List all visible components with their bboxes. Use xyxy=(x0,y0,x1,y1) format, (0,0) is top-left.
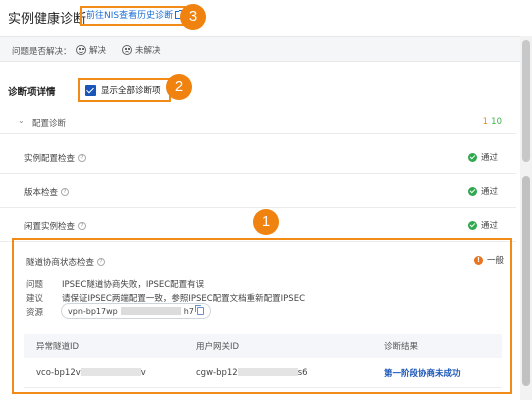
table-header: 异常隧道ID 用户网关ID 诊断结果 xyxy=(24,334,502,358)
chevron-down-icon[interactable]: ⌄ xyxy=(18,116,25,125)
help-icon[interactable]: ? xyxy=(61,188,70,196)
page-header: 实例健康诊断 前往NIS查看历史诊断 xyxy=(0,0,520,36)
callout-marker-2: 2 xyxy=(166,74,192,100)
help-icon[interactable]: ? xyxy=(78,154,87,162)
resource-id-chip[interactable]: vpn-bp17wp h7 xyxy=(61,303,211,319)
tunnel-id-suffix: v xyxy=(140,367,146,378)
check-status: 通过 xyxy=(480,153,498,163)
help-icon[interactable]: ? xyxy=(97,258,106,266)
unresolved-option[interactable]: 未解决 xyxy=(122,44,161,56)
passed-count: 10 xyxy=(491,117,502,127)
tunnel-id-cell: vco-bp12v v xyxy=(24,367,186,378)
gateway-id-cell: cgw-bp12 s6 xyxy=(186,367,372,378)
abnormal-tunnel-table: 异常隧道ID 用户网关ID 诊断结果 vco-bp12v v cgw-bp12 s6… xyxy=(24,334,502,388)
callout-marker-1: 1 xyxy=(253,209,279,235)
resolved-label: 解决 xyxy=(89,46,107,56)
resolution-question: 问题是否解决： xyxy=(12,47,72,57)
warning-count: 1 xyxy=(482,117,488,127)
problem-row: 问题 IPSEC隧道协商失败，IPSEC配置有误 xyxy=(26,278,204,290)
check-name: 闲置实例检查 xyxy=(24,222,76,232)
advice-label: 建议 xyxy=(26,294,44,304)
callout-marker-3: 3 xyxy=(180,4,206,30)
check-pass-icon xyxy=(467,186,477,196)
scrollbar-thumb[interactable] xyxy=(522,40,530,162)
column-header: 诊断结果 xyxy=(384,342,419,352)
resolved-option[interactable]: 解决 xyxy=(76,44,106,56)
instance-health-diagnosis-page: 实例健康诊断 前往NIS查看历史诊断 3 问题是否解决： 解决 未解决 诊断项详… xyxy=(0,0,532,400)
gateway-id-suffix: s6 xyxy=(297,367,308,378)
check-row: 实例配置检查? 通过 xyxy=(0,140,516,174)
show-all-label: 显示全部诊断项 xyxy=(101,86,161,96)
redacted-block xyxy=(237,367,298,376)
resolution-feedback-bar: 问题是否解决： 解决 未解决 xyxy=(0,36,520,62)
help-icon[interactable]: ? xyxy=(78,222,87,230)
page-title: 实例健康诊断 xyxy=(8,12,87,27)
check-name: 实例配置检查 xyxy=(24,154,76,164)
severity-level: 一般 xyxy=(486,256,504,266)
check-pass-icon xyxy=(467,220,477,230)
check-name: 版本检查 xyxy=(24,188,59,198)
problem-text: IPSEC隧道协商失败，IPSEC配置有误 xyxy=(62,280,205,290)
frown-icon xyxy=(122,45,132,55)
group-name: 配置诊断 xyxy=(32,119,67,129)
config-diagnosis-group[interactable]: ⌄ 配置诊断 1 10 xyxy=(0,110,516,134)
column-header: 异常隧道ID xyxy=(36,342,80,352)
nis-history-link[interactable]: 前往NIS查看历史诊断 xyxy=(80,6,190,26)
resource-id-suffix: h7 xyxy=(183,306,194,316)
resource-label: 资源 xyxy=(26,308,44,318)
tunnel-negotiation-check-panel: 隧道协商状态检查? ! 一般 问题 IPSEC隧道协商失败，IPSEC配置有误 建… xyxy=(12,238,512,394)
show-all-checkbox[interactable]: 显示全部诊断项 xyxy=(78,78,171,102)
problem-label: 问题 xyxy=(26,280,44,290)
tunnel-id-prefix: vco-bp12v xyxy=(36,367,81,378)
table-row: vco-bp12v v cgw-bp12 s6 第一阶段协商未成功 xyxy=(24,358,502,388)
diagnosis-details-heading: 诊断项详情 xyxy=(8,87,56,98)
copy-icon[interactable] xyxy=(194,305,204,315)
checkbox-checked-icon[interactable] xyxy=(85,84,96,96)
failed-check-name: 隧道协商状态检查 xyxy=(26,258,95,268)
warning-icon: ! xyxy=(473,255,483,265)
check-pass-icon xyxy=(467,152,477,162)
inner-scrollbar-thumb[interactable] xyxy=(522,176,530,386)
resource-row: 资源 xyxy=(26,306,62,318)
redacted-block xyxy=(80,367,141,376)
column-header: 用户网关ID xyxy=(196,342,240,352)
resource-id-prefix: vpn-bp17wp xyxy=(68,306,118,316)
check-status: 通过 xyxy=(480,187,498,197)
gateway-id-prefix: cgw-bp12 xyxy=(196,367,238,378)
diagnosis-result-link[interactable]: 第一阶段协商未成功 xyxy=(372,367,502,379)
smile-icon xyxy=(76,45,86,55)
unresolved-label: 未解决 xyxy=(135,46,161,56)
nis-history-link-label: 前往NIS查看历史诊断 xyxy=(86,11,174,21)
redacted-block xyxy=(120,307,181,315)
check-row: 版本检查? 通过 xyxy=(0,174,516,208)
check-status: 通过 xyxy=(480,221,498,231)
